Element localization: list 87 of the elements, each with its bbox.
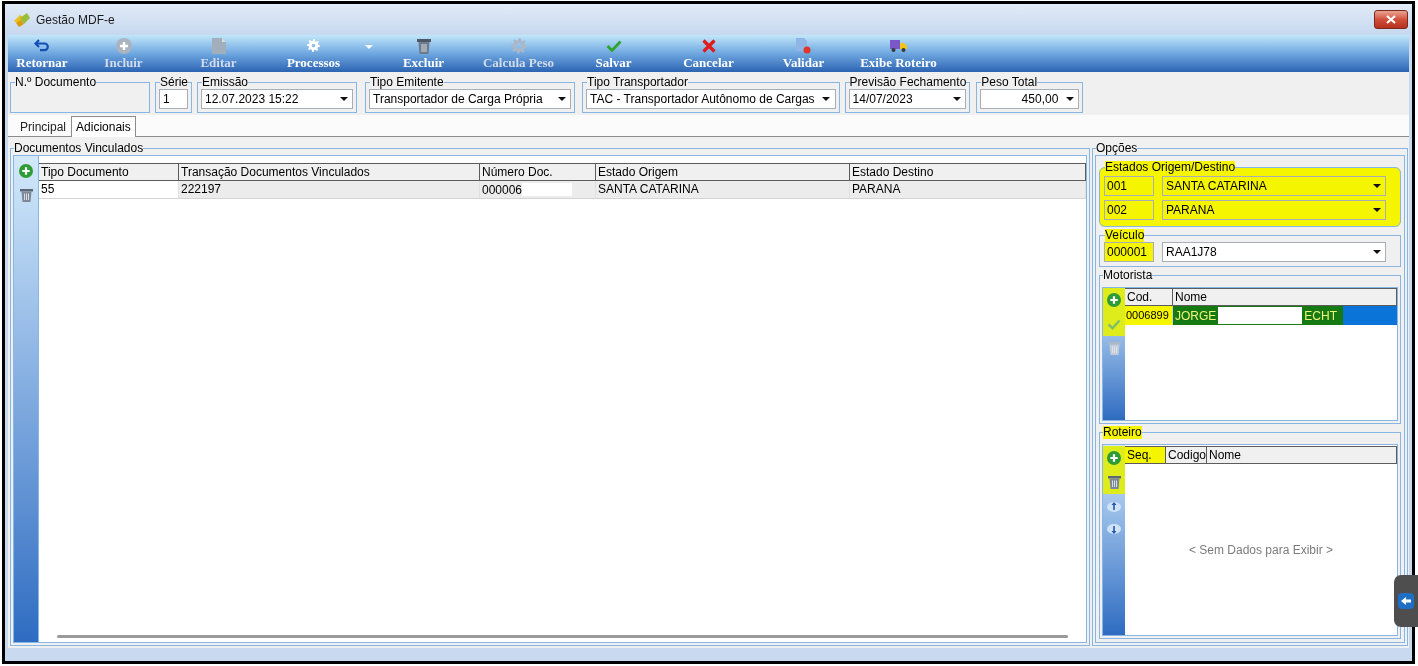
toolbar-button[interactable]: Salvar xyxy=(566,35,661,72)
trash-icon[interactable] xyxy=(1107,475,1121,489)
toolbar-button[interactable]: Processos xyxy=(266,35,361,72)
plus-circle-icon xyxy=(115,37,132,54)
arrow-down-icon[interactable] xyxy=(1107,524,1121,536)
table-cell-text: JORGE xyxy=(1175,307,1217,325)
plus-circle-icon[interactable] xyxy=(1107,451,1121,465)
tab[interactable]: Adicionais xyxy=(71,116,136,137)
column-header[interactable]: Cod. xyxy=(1125,289,1173,305)
horizontal-scrollbar[interactable] xyxy=(57,635,1068,638)
toolbar-button[interactable]: Retornar xyxy=(8,35,76,72)
column-header[interactable]: Transação Documentos Vinculados xyxy=(179,164,480,180)
document-icon xyxy=(796,37,811,54)
field-label: Emissão xyxy=(202,76,249,89)
input-field[interactable]: 002 xyxy=(1104,200,1154,220)
close-button[interactable] xyxy=(1374,10,1408,29)
arrow-up-icon[interactable] xyxy=(1107,500,1121,512)
column-header[interactable]: Tipo Documento xyxy=(39,164,179,180)
caret-icon xyxy=(1372,184,1381,188)
toolbar-button[interactable]: Validar xyxy=(756,35,851,72)
plus-circle-icon[interactable] xyxy=(19,164,33,178)
column-header[interactable]: Nome xyxy=(1207,447,1397,463)
app-icon xyxy=(13,11,31,28)
field-label: Tipo Transportador xyxy=(587,76,688,89)
check-icon xyxy=(605,39,622,52)
caret-icon xyxy=(952,97,961,101)
toolbar-button[interactable]: Exibe Roteiro xyxy=(851,35,946,72)
field-label: Previsão Fechamento xyxy=(849,76,967,89)
window-title: Gestão MDF-e xyxy=(36,11,115,29)
dropdown-field[interactable]: 12.07.2023 15:22 xyxy=(201,89,353,109)
column-header[interactable]: Número Doc. xyxy=(480,164,596,180)
field-label: Tipo Emitente xyxy=(370,76,444,89)
toolbar-button[interactable]: Cancelar xyxy=(661,35,756,72)
tab[interactable]: Principal xyxy=(15,117,72,137)
dropdown-field[interactable]: 450,00 xyxy=(980,89,1080,109)
close-icon xyxy=(1386,15,1396,24)
caret-icon xyxy=(364,45,373,49)
dropdown-field[interactable]: SANTA CATARINA xyxy=(1162,176,1386,196)
truck-icon xyxy=(889,39,908,52)
group-title: Estados Origem/Destino xyxy=(1105,161,1236,174)
caret-icon xyxy=(557,97,566,101)
table-cell-text: 000006 xyxy=(482,181,523,199)
x-mark-icon xyxy=(701,38,716,53)
dropdown-field[interactable]: PARANA xyxy=(1162,200,1386,220)
plus-circle-icon[interactable] xyxy=(1107,293,1121,307)
input-field[interactable]: 001 xyxy=(1104,176,1154,196)
table-cell: SANTA CATARINA xyxy=(596,181,850,198)
group-title: Documentos Vinculados xyxy=(14,142,144,155)
column-header[interactable]: Codigo xyxy=(1166,447,1207,463)
selected-row-bar[interactable]: JORGE ECHT xyxy=(1173,306,1397,325)
dropdown-field[interactable]: TAC - Transportador Autônomo de Cargas xyxy=(586,89,836,109)
caret-icon xyxy=(822,97,831,101)
table-cell: 55 xyxy=(39,181,179,198)
gear-icon xyxy=(510,37,527,54)
column-header[interactable]: Estado Destino xyxy=(850,164,1086,180)
table-cell: PARANA xyxy=(850,181,1086,198)
caret-icon xyxy=(1372,250,1381,254)
table-cell: 222197 xyxy=(179,181,480,198)
caret-icon xyxy=(339,97,348,101)
group-title: Roteiro xyxy=(1103,426,1142,439)
table-cell: 0006899 xyxy=(1125,306,1173,325)
dropdown-field[interactable]: 14/07/2023 xyxy=(848,89,967,109)
dropdown-field[interactable]: Transportador de Carga Própria xyxy=(369,89,571,109)
trash-icon xyxy=(416,37,431,54)
column-header[interactable]: Seq. xyxy=(1125,447,1166,463)
field-label: N.º Documento xyxy=(15,76,97,89)
column-header[interactable]: Estado Origem xyxy=(596,164,850,180)
gear-icon xyxy=(307,39,320,52)
input-field[interactable]: 000001 xyxy=(1104,242,1154,262)
caret-icon xyxy=(1372,208,1381,212)
table-cell-text: ECHT xyxy=(1304,307,1337,325)
dropdown-field[interactable]: RAA1J78 xyxy=(1162,242,1386,262)
empty-message: < Sem Dados para Exibir > xyxy=(1188,541,1334,559)
group-title: Opções xyxy=(1096,142,1138,155)
group-title: Veículo xyxy=(1105,229,1145,242)
group-title: Motorista xyxy=(1103,269,1153,282)
input-field[interactable]: 1 xyxy=(159,89,188,109)
document-icon xyxy=(211,37,226,54)
trash-icon[interactable] xyxy=(19,188,33,202)
table-row[interactable]: 55 222197 000006 SANTA CATARINA PARANA xyxy=(39,181,1086,199)
field-label: Peso Total xyxy=(981,76,1038,89)
column-header[interactable]: Nome xyxy=(1173,289,1397,305)
undo-arrow-icon xyxy=(34,39,50,52)
side-tab[interactable] xyxy=(1394,575,1418,627)
toolbar-button[interactable]: Excluir xyxy=(376,35,471,72)
caret-icon xyxy=(1065,97,1074,101)
field-label: Série xyxy=(160,76,188,89)
